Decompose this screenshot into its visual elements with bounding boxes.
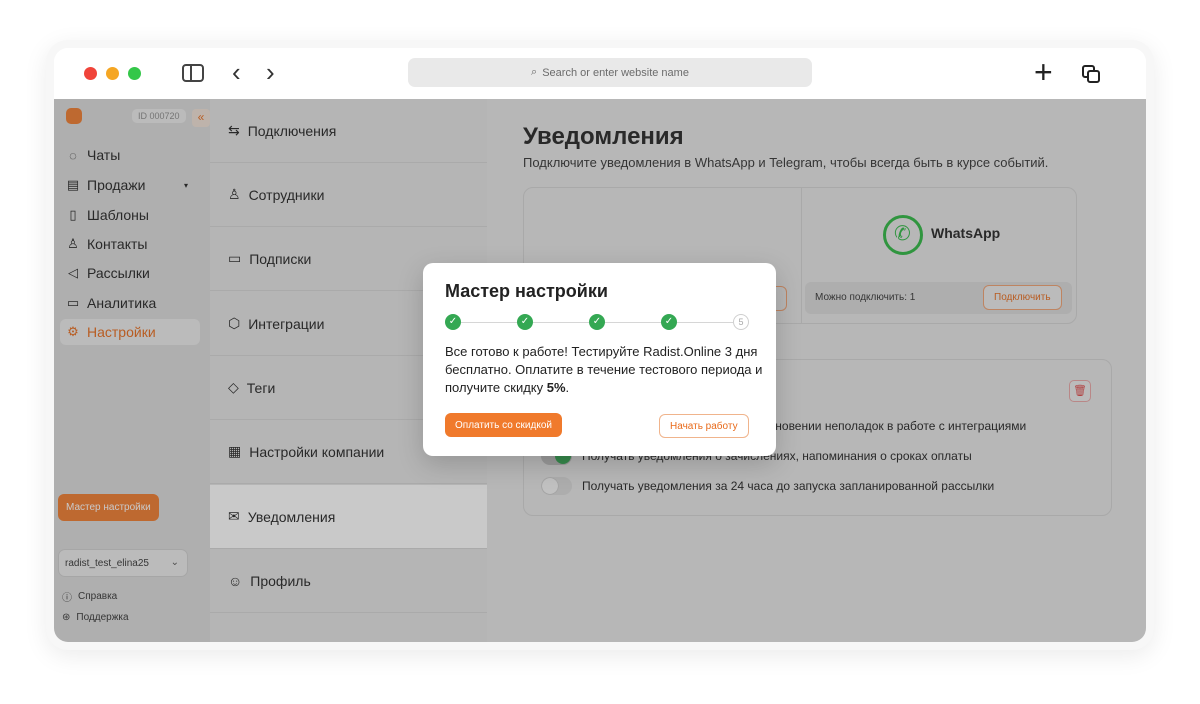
step-connector [677, 322, 733, 323]
app-area: ID 000720 « ◌ Чаты ▤ Продажи ▾ ▯ Шаблоны… [54, 99, 1146, 642]
setup-wizard-modal: Мастер настройки ✓ ✓ ✓ ✓ 5 Все готово к … [423, 263, 776, 456]
modal-title: Мастер настройки [445, 281, 608, 301]
browser-toolbar: ‹ › ⌕ Search or enter website name + [54, 48, 1146, 99]
step-pending: 5 [733, 314, 749, 330]
step-done-check-icon: ✓ [445, 314, 461, 330]
tab-overview-icon[interactable] [1082, 65, 1100, 83]
back-icon[interactable]: ‹ [232, 58, 241, 86]
step-connector [605, 322, 661, 323]
zoom-window-button[interactable] [128, 67, 141, 80]
modal-message-end: . [565, 380, 570, 395]
sidebar-toggle-icon[interactable] [182, 64, 204, 82]
modal-message: Все готово к работе! Тестируйте Radist.O… [445, 343, 765, 397]
modal-message-text: Все готово к работе! Тестируйте Radist.O… [445, 344, 763, 395]
step-done-check-icon: ✓ [589, 314, 605, 330]
step-done-check-icon: ✓ [661, 314, 677, 330]
step-connector [533, 322, 589, 323]
step-connector [461, 322, 517, 323]
address-bar[interactable]: ⌕ Search or enter website name [408, 58, 812, 87]
close-window-button[interactable] [84, 67, 97, 80]
pay-with-discount-button[interactable]: Оплатить со скидкой [445, 413, 562, 437]
address-placeholder: Search or enter website name [542, 66, 689, 79]
minimize-window-button[interactable] [106, 67, 119, 80]
start-work-button[interactable]: Начать работу [659, 414, 749, 438]
browser-window: ‹ › ⌕ Search or enter website name + ID … [54, 48, 1146, 642]
wizard-stepper: ✓ ✓ ✓ ✓ 5 [445, 314, 755, 330]
new-tab-icon[interactable]: + [1034, 56, 1053, 88]
discount-value: 5% [546, 380, 566, 395]
forward-icon[interactable]: › [266, 58, 275, 86]
step-done-check-icon: ✓ [517, 314, 533, 330]
search-icon: ⌕ [531, 66, 538, 78]
